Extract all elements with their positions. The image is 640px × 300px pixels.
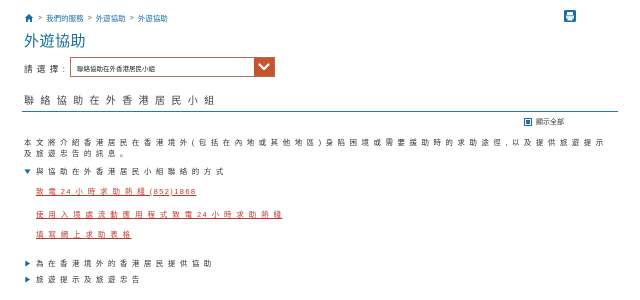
expand-all-button[interactable]: 顯示全部: [524, 117, 564, 127]
breadcrumb-item-current: 外遊協助: [137, 13, 168, 23]
link-online-form[interactable]: 填 寫 網 上 求 助 表 格: [36, 229, 132, 240]
breadcrumb-separator: >: [129, 14, 134, 22]
triangle-down-icon: [24, 169, 31, 175]
section-divider: [22, 111, 618, 112]
triangle-right-icon: [25, 276, 31, 283]
accordion-contact-methods[interactable]: 與 協 助 在 外 香 港 居 民 小 組 聯 絡 的 方 式: [24, 166, 224, 177]
breadcrumb-separator: >: [87, 14, 92, 22]
accordion-label: 與 協 助 在 外 香 港 居 民 小 組 聯 絡 的 方 式: [36, 167, 225, 176]
accordion-label: 為 在 香 港 境 外 的 香 港 居 民 提 供 協 助: [36, 259, 213, 268]
home-icon[interactable]: [24, 13, 34, 23]
accordion-label: 旅 遊 提 示 及 旅 遊 忠 告: [36, 275, 141, 284]
accordion-assistance-outside-hk[interactable]: 為 在 香 港 境 外 的 香 港 居 民 提 供 協 助: [24, 258, 212, 269]
chevron-down-icon[interactable]: [254, 58, 274, 76]
section-title: 聯 絡 協 助 在 外 香 港 居 民 小 組: [24, 96, 216, 107]
print-icon[interactable]: [564, 9, 576, 22]
triangle-right-icon: [25, 260, 31, 267]
breadcrumb-separator: >: [38, 14, 43, 22]
expand-all-label: 顯示全部: [536, 119, 564, 126]
breadcrumb-item-services[interactable]: 我們的服務: [46, 13, 84, 24]
topic-select[interactable]: 聯絡協助在外香港居民小組: [70, 57, 275, 77]
link-hotline[interactable]: 致 電 24 小 時 求 助 熱 綫 (852)1868: [36, 186, 197, 197]
breadcrumb: > 我們的服務 > 外遊協助 > 外遊協助: [24, 12, 168, 24]
breadcrumb-item-travel-assistance[interactable]: 外遊協助: [96, 13, 126, 24]
accordion-travel-tips[interactable]: 旅 遊 提 示 及 旅 遊 忠 告: [24, 274, 141, 285]
select-label: 請 選 擇 :: [24, 64, 66, 74]
page-title: 外遊協助: [24, 33, 87, 50]
intro-paragraph: 本 文 將 介 紹 香 港 居 民 在 香 港 境 外 ( 包 括 在 內 地 …: [24, 138, 605, 158]
expand-all-icon: [524, 118, 532, 126]
link-mobile-app-hotline[interactable]: 使 用 入 境 處 流 動 應 用 程 式 致 電 24 小 時 求 助 熱 綫: [36, 209, 282, 220]
topic-select-value: 聯絡協助在外香港居民小組: [77, 66, 155, 73]
